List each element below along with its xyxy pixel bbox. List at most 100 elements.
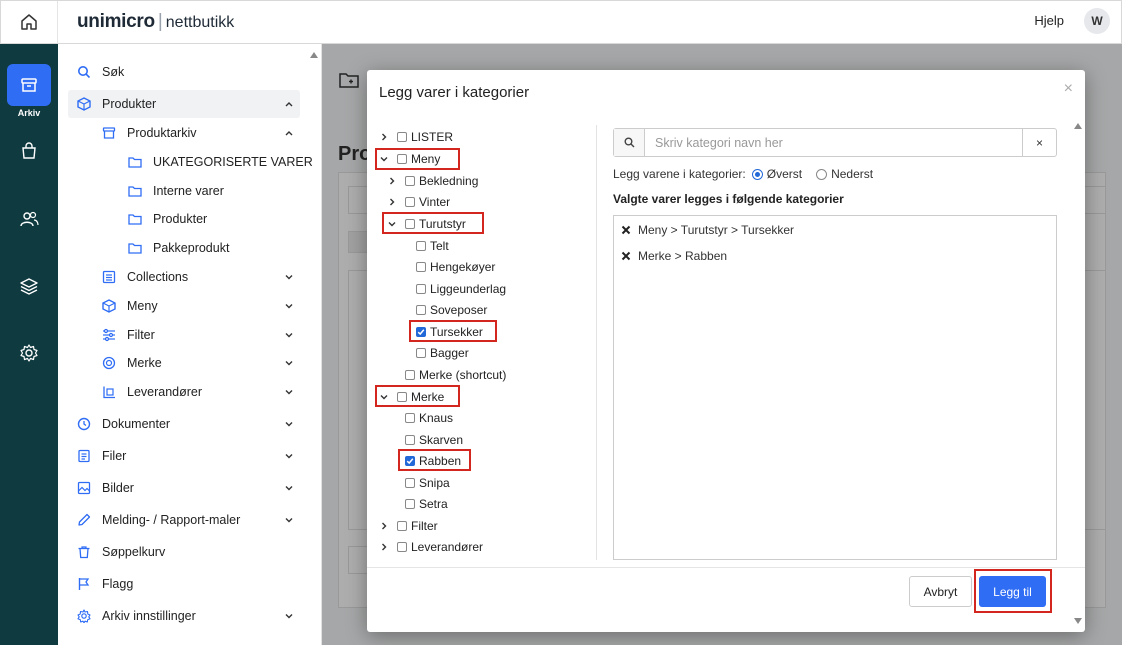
chevron-right-icon[interactable] [385, 174, 399, 188]
sidebar-item-label: Interne varer [153, 184, 224, 198]
top-bar: unimicro | nettbutikk Hjelp W [0, 0, 1122, 44]
remove-icon[interactable] [620, 250, 632, 262]
tree-checkbox[interactable] [405, 435, 415, 445]
sidebar-item-dokumenter[interactable]: Dokumenter [68, 410, 300, 438]
sidebar-item-filter[interactable]: Filter [93, 321, 300, 349]
tree-checkbox[interactable] [405, 370, 415, 380]
category-modal: Legg varer i kategorier × LISTER Meny Be… [367, 70, 1085, 632]
radio-top[interactable] [751, 168, 763, 180]
sidebar-item-search[interactable]: Søk [68, 58, 300, 86]
home-button[interactable] [1, 1, 58, 43]
tree-checkbox[interactable] [416, 284, 426, 294]
tree-node-leverandorer[interactable]: Leverandører [377, 538, 483, 556]
radio-top-label[interactable]: Øverst [767, 167, 802, 181]
chevron-up-icon [282, 97, 296, 111]
image-icon [76, 480, 92, 496]
category-search-input[interactable] [645, 129, 1022, 156]
tree-node-lister[interactable]: LISTER [377, 128, 453, 146]
sidebar-item-meny[interactable]: Meny [93, 292, 300, 320]
search-icon [76, 64, 92, 80]
rail-active-label: Arkiv [17, 108, 41, 118]
tree-checkbox[interactable] [416, 262, 426, 272]
tree-node-soveposer[interactable]: Soveposer [416, 301, 487, 319]
sidebar-item-flagg[interactable]: Flagg [68, 570, 300, 598]
sidebar-item-bilder[interactable]: Bilder [68, 474, 300, 502]
home-icon [21, 14, 37, 30]
sidebar-item-pakkeprodukt[interactable]: Pakkeprodukt [119, 234, 300, 262]
tree-checkbox[interactable] [416, 305, 426, 315]
sidebar-item-melding-maler[interactable]: Melding- / Rapport-maler [68, 506, 300, 534]
tree-checkbox[interactable] [397, 132, 407, 142]
tree-node-merke-shortcut[interactable]: Merke (shortcut) [405, 366, 506, 384]
sidebar-item-filer[interactable]: Filer [68, 442, 300, 470]
tree-checkbox[interactable] [405, 197, 415, 207]
modal-scroll-down[interactable] [1074, 618, 1082, 624]
sidebar-item-arkiv-innstillinger[interactable]: Arkiv innstillinger [68, 602, 300, 630]
rail-item-shop[interactable] [18, 140, 40, 162]
search-button[interactable] [614, 129, 645, 156]
logo-separator: | [157, 11, 163, 32]
tree-node-vinter[interactable]: Vinter [385, 193, 450, 211]
add-button[interactable]: Legg til [979, 576, 1046, 607]
chevron-right-icon[interactable] [385, 195, 399, 209]
tree-node-bekledning[interactable]: Bekledning [385, 172, 478, 190]
tree-checkbox[interactable] [405, 478, 415, 488]
tree-checkbox[interactable] [397, 521, 407, 531]
chevron-right-icon[interactable] [377, 130, 391, 144]
tree-checkbox[interactable] [405, 413, 415, 423]
tree-checkbox[interactable] [405, 499, 415, 509]
tree-node-bagger[interactable]: Bagger [416, 344, 469, 362]
cancel-button[interactable]: Avbryt [909, 576, 972, 607]
sidebar-item-ukategoriserte[interactable]: UKATEGORISERTE VARER [119, 148, 313, 176]
list-icon [101, 269, 117, 285]
radio-bottom[interactable] [816, 168, 828, 180]
selected-category-path: Merke > Rabben [638, 249, 728, 263]
tree-node-snipa[interactable]: Snipa [405, 474, 450, 492]
sidebar-item-leverandorer[interactable]: Leverandører [93, 378, 300, 406]
help-link[interactable]: Hjelp [1034, 13, 1064, 28]
tree-checkbox[interactable] [416, 348, 426, 358]
tree-checkbox[interactable] [397, 542, 407, 552]
rail-item-layers[interactable] [18, 275, 40, 297]
tree-checkbox[interactable] [416, 241, 426, 251]
avatar[interactable]: W [1084, 8, 1110, 34]
logo-brand: unimicro [77, 11, 155, 32]
tree-node-knaus[interactable]: Knaus [405, 409, 453, 427]
sidebar-item-label: Arkiv innstillinger [102, 609, 196, 623]
tree-node-setra[interactable]: Setra [405, 495, 448, 513]
sidebar-item-produkter-folder[interactable]: Produkter [119, 205, 300, 233]
sidebar-item-collections[interactable]: Collections [93, 263, 300, 291]
highlight-box [398, 449, 471, 471]
tree-node-hengekoyer[interactable]: Hengekøyer [416, 258, 495, 276]
chevron-right-icon[interactable] [377, 519, 391, 533]
rail-item-settings[interactable] [18, 342, 40, 364]
tree-node-telt[interactable]: Telt [416, 237, 449, 255]
sidebar-item-interne-varer[interactable]: Interne varer [119, 177, 300, 205]
sidebar-item-merke[interactable]: Merke [93, 349, 300, 377]
chevron-right-icon[interactable] [377, 540, 391, 554]
clear-search-button[interactable]: × [1022, 129, 1056, 156]
radio-bottom-label[interactable]: Nederst [831, 167, 873, 181]
placement-row: Legg varene i kategorier: Øverst Nederst [613, 167, 873, 181]
sidebar-item-soppelkurv[interactable]: Søppelkurv [68, 538, 300, 566]
tree-node-label: Setra [419, 497, 448, 511]
chevron-down-icon [282, 417, 296, 431]
sidebar-item-produkter[interactable]: Produkter [68, 90, 300, 118]
category-tree: LISTER Meny Bekledning Vinter Turutstyr … [375, 125, 597, 560]
app-logo[interactable]: unimicro | nettbutikk [77, 11, 234, 33]
rail-item-archive[interactable] [7, 64, 51, 106]
tree-checkbox[interactable] [405, 176, 415, 186]
highlight-box [409, 320, 497, 342]
badge-icon [101, 355, 117, 371]
sidebar-item-produktarkiv[interactable]: Produktarkiv [93, 119, 300, 147]
modal-scroll-up[interactable] [1074, 123, 1082, 129]
tree-node-liggeunderlag[interactable]: Liggeunderlag [416, 280, 506, 298]
tree-node-label: Skarven [419, 433, 464, 447]
close-icon[interactable]: × [1064, 80, 1073, 98]
sidebar-scroll-up[interactable] [310, 52, 318, 58]
tree-node-skarven[interactable]: Skarven [405, 431, 463, 449]
sidebar-item-label: Bilder [102, 481, 134, 495]
tree-node-filter[interactable]: Filter [377, 517, 438, 535]
remove-icon[interactable] [620, 224, 632, 236]
rail-item-users[interactable] [18, 208, 40, 230]
